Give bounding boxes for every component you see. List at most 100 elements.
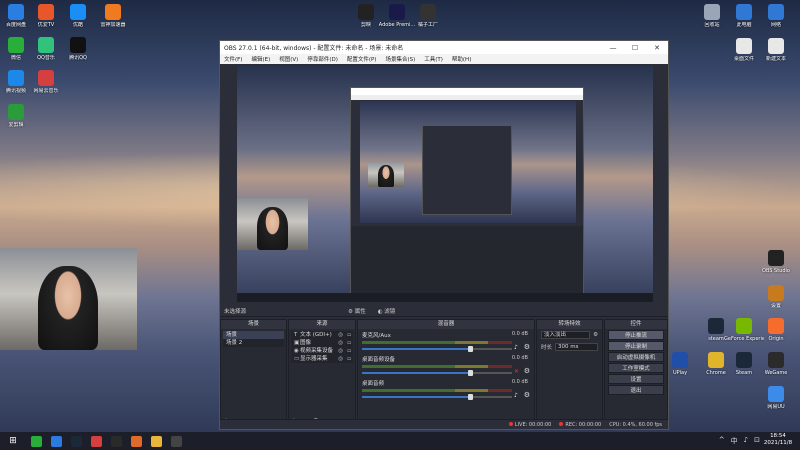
taskbar-app[interactable] [26,432,46,450]
desktop-shortcut[interactable]: 网易云音乐 [26,70,66,94]
taskbar-clock[interactable]: 18:54 2021/11/8 [760,433,796,447]
rec-dot-icon [559,421,564,426]
visibility-eye-icon[interactable]: ◎ [338,355,343,363]
volume-slider[interactable] [362,346,530,352]
desktop-shortcut[interactable]: 新建文本 [756,38,796,62]
scene-item[interactable]: 场景 2 [223,339,284,347]
gear-icon[interactable]: ⚙ [524,343,530,351]
menu-item[interactable]: 配置文件(P) [347,55,377,63]
preview-webcam-person [257,207,288,250]
properties-button[interactable]: ⚙ 属性 [348,307,366,315]
speaker-icon[interactable]: ♪ [514,392,520,399]
scenes-header: 场景 [221,320,286,329]
control-button[interactable]: 停止推流 [608,330,664,340]
control-button[interactable]: 停止录制 [608,341,664,351]
tray-item[interactable]: ♪ [744,436,748,446]
desktop-shortcut-label: 网络 [770,22,781,28]
duration-input[interactable]: 300 ms [555,343,598,351]
visibility-eye-icon[interactable]: ◎ [338,339,343,347]
obs-window[interactable]: OBS 27.0.1 (64-bit, windows) - 配置文件: 未命名… [219,40,669,430]
desktop-shortcut[interactable]: WeGame [756,352,796,376]
text-file-icon [768,38,784,54]
control-button[interactable]: 启动虚拟摄像机 [608,352,664,362]
taskbar-app[interactable] [106,432,126,450]
tray-item[interactable]: 中 [731,436,738,446]
desktop-shortcut[interactable]: OBS Studio [756,250,796,274]
control-button[interactable]: 工作室模式 [608,363,664,373]
desktop-shortcut-label: 网易UU [767,404,785,410]
steam-icon [708,318,724,334]
source-label: 视频采集设备 [300,348,334,354]
volume-fill [362,372,470,374]
scene-item[interactable]: 场景 [223,331,284,339]
source-item[interactable]: ◉视频采集设备 ◎ ▫ [291,347,353,355]
mixer-tracks: 麦克风/Aux 0.0 dB ♪ ⚙ 桌面音频设备 0.0 dB ✕ ⚙ 桌面音频 0.0 dB ♪… [358,329,534,401]
menu-item[interactable]: 文件(F) [224,55,242,63]
volume-knob[interactable] [468,370,473,376]
menu-item[interactable]: 帮助(H) [452,55,471,63]
volume-knob[interactable] [468,346,473,352]
control-button[interactable]: 退出 [608,385,664,395]
live-dot-icon [508,421,513,426]
taskbar-app[interactable] [86,432,106,450]
gear-icon [768,285,784,301]
maximize-icon[interactable]: ☐ [624,44,646,52]
visibility-eye-icon[interactable]: ◎ [338,347,343,355]
transition-settings-icon[interactable]: ⚙ [593,332,598,338]
volume-slider[interactable] [362,394,530,400]
source-item[interactable]: T 文本 (GDI+) ◎ ▫ [291,331,353,339]
volume-slider[interactable] [362,370,530,376]
desktop-shortcut[interactable]: 网易UU [756,386,796,410]
menu-item[interactable]: 编辑(E) [251,55,270,63]
desktop-shortcut[interactable]: 腾讯QQ [58,37,98,61]
filters-button[interactable]: ◐ 滤镜 [378,307,396,315]
menu-item[interactable]: 场景集合(S) [385,55,415,63]
obs-titlebar[interactable]: OBS 27.0.1 (64-bit, windows) - 配置文件: 未命名… [220,41,668,54]
lock-icon[interactable]: ▫ [347,347,351,355]
source-item[interactable]: ▭显示器采集 ◎ ▫ [291,355,353,363]
visibility-eye-icon[interactable]: ◎ [338,331,343,339]
taskbar-app[interactable] [46,432,66,450]
taskbar-app[interactable] [66,432,86,450]
windows-start-icon[interactable]: ⊞ [0,432,26,450]
rec-time: REC: 00:00:00 [565,421,602,428]
obs-preview[interactable] [237,66,653,302]
gear-icon[interactable]: ⚙ [524,367,530,375]
taskbar-app[interactable] [126,432,146,450]
gear-icon[interactable]: ⚙ [524,391,530,399]
source-item[interactable]: ▣图像 ◎ ▫ [291,339,353,347]
close-icon[interactable]: ✕ [646,44,668,52]
desktop-shortcut[interactable]: 雷神加速器 [93,4,133,28]
menu-item[interactable]: 视图(V) [279,55,298,63]
taskbar-app[interactable] [166,432,186,450]
lock-icon[interactable]: ▫ [347,355,351,363]
menu-item[interactable]: 停靠部件(D) [307,55,338,63]
desktop-shortcut[interactable]: 网络 [756,4,796,28]
muted-speaker-icon[interactable]: ✕ [514,368,520,375]
desktop-shortcut[interactable]: 橘子工厂 [408,4,448,28]
menu-item[interactable]: 工具(T) [424,55,443,63]
desktop-shortcut[interactable]: 优酷 [58,4,98,28]
desktop-shortcut[interactable]: 爱剪辑 [0,104,36,128]
source-toolbar: 未选择源 ⚙ 属性 ◐ 滤镜 [220,305,668,317]
lock-icon[interactable]: ▫ [347,331,351,339]
system-tray: ^ 中 ♪ ⊡ [719,436,760,446]
tray-item[interactable]: ^ [719,436,725,446]
music-icon [38,37,54,53]
desktop-shortcut-label: 优酷 [72,22,83,28]
netease-icon [90,435,102,447]
minimize-icon[interactable]: — [602,44,624,52]
desktop-shortcut-label: Origin [768,336,784,342]
control-button[interactable]: 设置 [608,374,664,384]
desktop-shortcut[interactable]: Origin [756,318,796,342]
volume-knob[interactable] [468,394,473,400]
tv-icon [38,4,54,20]
rec-status: REC: 00:00:00 [559,421,602,428]
transition-type-select[interactable]: 淡入淡出 [541,331,591,339]
desktop-shortcut[interactable]: 设置 [756,285,796,309]
track-name: 桌面音频设备 [362,357,396,363]
taskbar-app[interactable] [146,432,166,450]
lock-icon[interactable]: ▫ [347,339,351,347]
nested-webcam-person [378,165,394,187]
speaker-icon[interactable]: ♪ [514,344,520,351]
